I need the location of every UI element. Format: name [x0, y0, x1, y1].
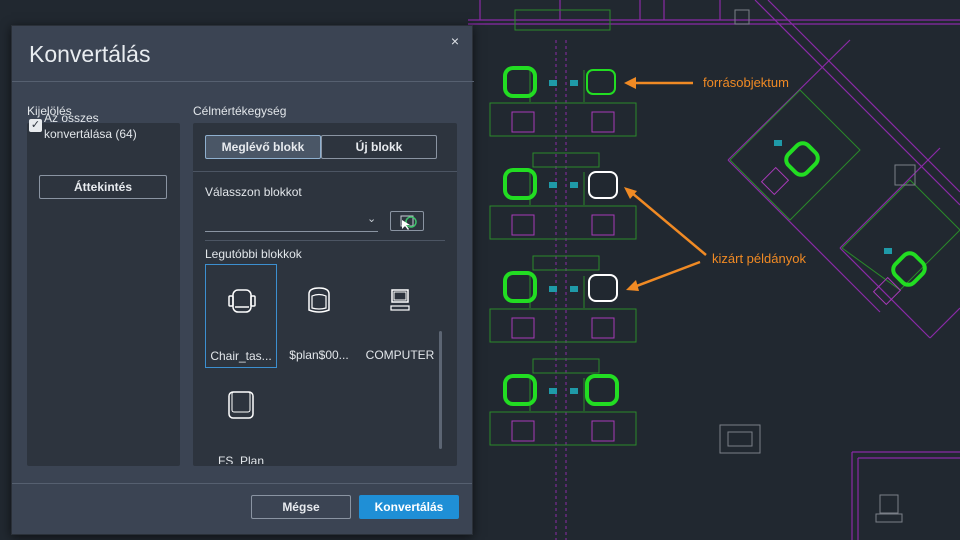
pick-object-icon: [400, 215, 417, 230]
recent-block-label: Chair_tas...: [210, 349, 272, 363]
convert-all-label: Az összes konvertálása (64): [44, 111, 137, 141]
computer-icon: [390, 289, 410, 311]
recent-block-label: COMPUTER: [365, 348, 435, 362]
tab-divider: [193, 171, 457, 172]
convert-button[interactable]: Konvertálás: [359, 495, 459, 519]
choose-block-label: Válasszon blokkot: [205, 185, 302, 199]
tab-existing-block[interactable]: Meglévő blokk: [205, 135, 321, 159]
convert-all-checkbox[interactable]: ✓: [29, 119, 42, 132]
cancel-button[interactable]: Mégse: [251, 495, 351, 519]
recent-blocks-clip: FS_Plan: [205, 372, 445, 464]
recent-block-tile[interactable]: FS_Plan: [205, 372, 277, 464]
recent-block-tile[interactable]: COMPUTER: [364, 264, 436, 368]
lounge-chair-icon: [228, 391, 254, 419]
recent-block-tile[interactable]: $plan$00...: [283, 264, 355, 368]
chevron-down-icon[interactable]: ⌄: [367, 212, 376, 225]
target-heading: Célmértékegység: [193, 104, 287, 118]
combobox-underline: [205, 231, 378, 232]
dialog-title: Konvertálás: [29, 41, 151, 67]
recent-blocks-scrollbar[interactable]: [439, 331, 442, 449]
recent-blocks-heading: Legutóbbi blokkok: [205, 247, 302, 261]
source-object-annotation: forrásobjektum: [703, 75, 789, 90]
choose-block-combobox[interactable]: [205, 208, 378, 232]
footer-divider: [12, 483, 472, 484]
armchair-icon: [308, 287, 330, 313]
recent-block-tile[interactable]: Chair_tas...: [205, 264, 277, 368]
recent-divider: [205, 240, 445, 241]
tab-new-block[interactable]: Új blokk: [321, 135, 437, 159]
title-divider: [12, 81, 474, 82]
excluded-instances-annotation: kizárt példányok: [712, 251, 806, 266]
task-chair-icon: [228, 289, 256, 313]
recent-block-label: FS_Plan: [217, 454, 265, 464]
close-icon[interactable]: ×: [446, 32, 464, 50]
preview-button[interactable]: Áttekintés: [39, 175, 167, 199]
recent-block-label: $plan$00...: [289, 348, 349, 362]
pick-block-button[interactable]: [390, 211, 424, 231]
